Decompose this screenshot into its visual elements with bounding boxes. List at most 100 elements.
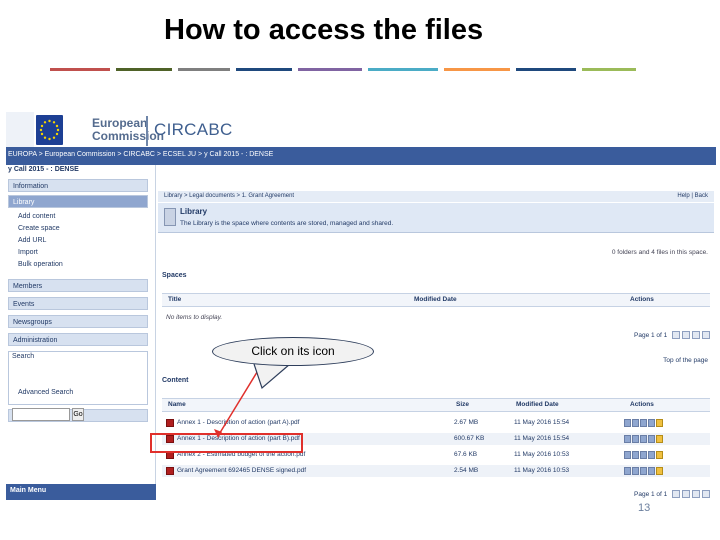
pdf-icon[interactable] [166,467,174,475]
divider-segment [582,68,636,71]
divider-segment [516,68,576,71]
content-header-row [162,398,710,412]
sidebar-link-bulk-operation[interactable]: Bulk operation [18,261,63,268]
spaces-pager: Page 1 of 1 [634,332,668,339]
action-icon[interactable] [648,419,655,427]
last-page-button[interactable] [702,331,710,339]
sidebar-group-title[interactable]: y Call 2015 - : DENSE [8,166,79,173]
callout-bubble: Click on its icon [212,337,374,366]
file-size: 2.54 MB [454,467,479,474]
page-number: 13 [638,502,651,514]
file-size: 600.67 KB [454,435,485,442]
sidebar-item-administration[interactable]: Administration [8,333,148,346]
row-actions[interactable] [624,435,663,443]
divider-segment [298,68,362,71]
first-page-button[interactable] [672,490,680,498]
spaces-col-actions: Actions [630,296,654,303]
file-name[interactable]: Annex 1 - Description of action (part A)… [177,417,299,429]
row-actions[interactable] [624,419,663,427]
action-icon[interactable] [648,435,655,443]
action-icon[interactable] [632,419,639,427]
search-input[interactable] [12,408,70,421]
spaces-col-modified[interactable]: Modified Date [414,296,457,303]
divider-segment [178,68,230,71]
action-icon[interactable] [640,435,647,443]
library-title: Library [180,207,208,216]
sidebar-link-create-space[interactable]: Create space [18,225,60,232]
sidebar-link-add-content[interactable]: Add content [18,213,55,220]
sidebar-item-members[interactable]: Members [8,279,148,292]
header-strip [6,112,34,147]
row-actions[interactable] [624,451,663,459]
decorative-divider [50,68,672,72]
library-description: The Library is the space where contents … [180,220,394,227]
brand-name[interactable]: CIRCABC [154,120,233,140]
divider-segment [50,68,110,71]
spaces-pager-buttons[interactable] [672,331,710,339]
content-col-name[interactable]: Name [168,401,186,408]
action-icon[interactable] [648,467,655,475]
action-icon[interactable] [640,451,647,459]
first-page-button[interactable] [672,331,680,339]
next-page-button[interactable] [692,331,700,339]
last-page-button[interactable] [702,490,710,498]
search-label: Search [12,353,35,360]
folder-icon[interactable] [656,419,663,427]
brand-divider [146,116,148,146]
advanced-search-link[interactable]: Advanced Search [18,389,73,396]
prev-page-button[interactable] [682,490,690,498]
spaces-empty-message: No items to display. [166,314,223,321]
file-date: 11 May 2016 15:54 [514,419,570,426]
action-icon[interactable] [648,451,655,459]
prev-page-button[interactable] [682,331,690,339]
sidebar-item-library[interactable]: Library [8,195,148,208]
action-icon[interactable] [640,467,647,475]
site-header: European Commission CIRCABC [6,112,716,147]
slide-title: How to access the files [164,14,484,46]
action-icon[interactable] [624,419,631,427]
sidebar: y Call 2015 - : DENSE Information Librar… [6,165,156,500]
divider-segment [368,68,438,71]
folder-icon[interactable] [656,435,663,443]
file-date: 11 May 2016 15:54 [514,435,570,442]
content-pager-buttons[interactable] [672,490,710,498]
folder-icon[interactable] [656,451,663,459]
file-size: 2.67 MB [454,419,479,426]
pdf-icon[interactable] [166,419,174,427]
action-icon[interactable] [640,419,647,427]
eu-flag-icon [36,115,63,145]
sidebar-link-import[interactable]: Import [18,249,38,256]
content-col-size[interactable]: Size [456,401,469,408]
sidebar-item-events[interactable]: Events [8,297,148,310]
file-highlight-box [150,433,303,453]
help-back-links[interactable]: Help | Back [677,193,708,199]
top-of-page-link[interactable]: Top of the page [663,357,708,364]
content-col-modified[interactable]: Modified Date [516,401,559,408]
table-row[interactable]: Annex 1 - Description of action (part A)… [162,417,710,429]
spaces-col-title[interactable]: Title [168,296,181,303]
content-pager: Page 1 of 1 [634,491,668,498]
library-header [158,203,714,233]
sidebar-item-information[interactable]: Information [8,179,148,192]
action-icon[interactable] [632,451,639,459]
folder-icon[interactable] [656,467,663,475]
table-row[interactable]: Grant Agreement 692465 DENSE signed.pdf … [162,465,710,477]
action-icon[interactable] [632,435,639,443]
library-path[interactable]: Library > Legal documents > 1. Grant Agr… [164,193,294,199]
action-icon[interactable] [624,467,631,475]
search-go-button[interactable]: Go [72,408,84,421]
next-page-button[interactable] [692,490,700,498]
action-icon[interactable] [624,451,631,459]
content-col-actions: Actions [630,401,654,408]
content-section-title[interactable]: Content [162,377,188,384]
sidebar-item-newsgroups[interactable]: Newsgroups [8,315,148,328]
sidebar-link-add-url[interactable]: Add URL [18,237,46,244]
main-menu-bar[interactable]: Main Menu [6,484,156,500]
action-icon[interactable] [624,435,631,443]
row-actions[interactable] [624,467,663,475]
action-icon[interactable] [632,467,639,475]
breadcrumb[interactable]: EUROPA > European Commission > CIRCABC >… [8,151,273,158]
file-name[interactable]: Grant Agreement 692465 DENSE signed.pdf [177,465,306,477]
spaces-section-title[interactable]: Spaces [162,272,187,279]
file-date: 11 May 2016 10:53 [514,467,570,474]
